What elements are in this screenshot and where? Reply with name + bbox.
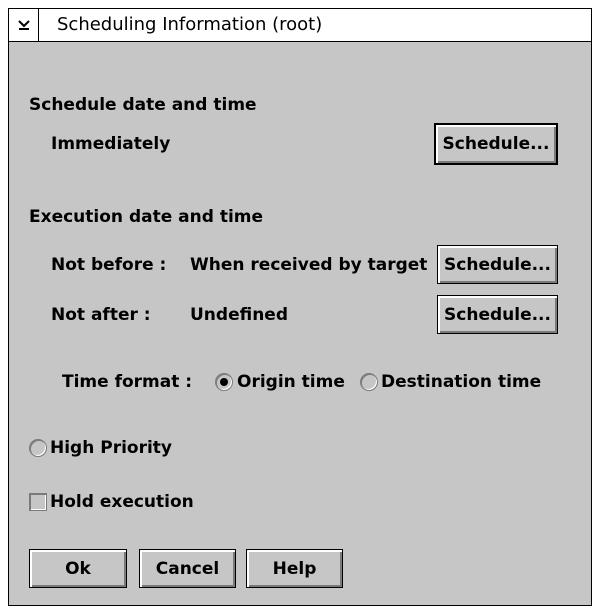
title-bar[interactable]: Scheduling Information (root) (9, 9, 591, 42)
not-after-value: Undefined (190, 305, 289, 325)
destination-time-radio[interactable] (360, 373, 378, 391)
system-menu-icon[interactable] (9, 9, 39, 41)
high-priority-label[interactable]: High Priority (50, 437, 172, 459)
schedule-heading: Schedule date and time (29, 95, 257, 115)
time-format-label: Time format : (62, 372, 193, 392)
origin-time-radio[interactable] (215, 373, 233, 391)
scheduling-dialog: Scheduling Information (root) Schedule d… (8, 8, 592, 606)
ok-button[interactable]: Ok (29, 549, 127, 588)
radio-selected-dot (220, 378, 228, 386)
origin-time-label[interactable]: Origin time (237, 371, 345, 393)
high-priority-radio[interactable] (29, 439, 47, 457)
not-before-schedule-button[interactable]: Schedule... (437, 245, 558, 284)
help-button[interactable]: Help (246, 549, 343, 588)
hold-execution-checkbox[interactable] (29, 493, 47, 511)
cancel-button[interactable]: Cancel (139, 549, 236, 588)
dialog-body: Schedule date and time Immediately Sched… (9, 42, 591, 605)
not-before-value: When received by target (190, 255, 428, 275)
hold-execution-label[interactable]: Hold execution (50, 491, 194, 513)
not-after-label: Not after : (51, 305, 151, 325)
window-title: Scheduling Information (root) (57, 14, 323, 35)
not-before-label: Not before : (51, 255, 167, 275)
schedule-button[interactable]: Schedule... (434, 123, 558, 165)
not-after-schedule-button[interactable]: Schedule... (437, 295, 558, 334)
destination-time-label[interactable]: Destination time (381, 371, 541, 393)
schedule-value: Immediately (51, 134, 171, 154)
execution-heading: Execution date and time (29, 207, 264, 227)
